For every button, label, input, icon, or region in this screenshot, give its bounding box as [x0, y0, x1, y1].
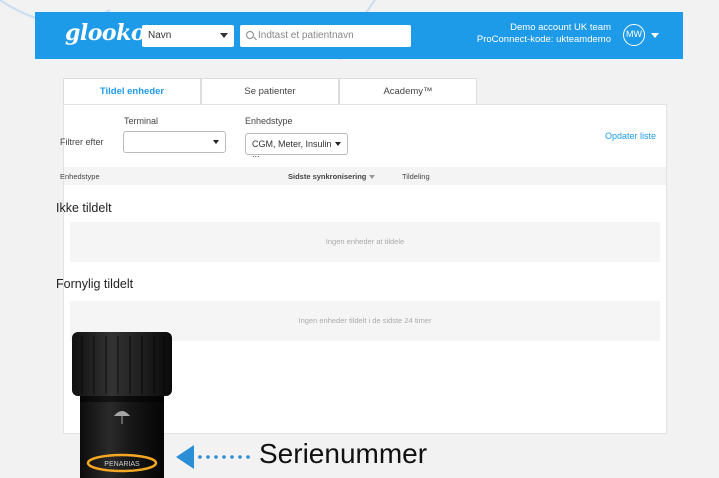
chevron-down-icon: [335, 142, 341, 146]
tab-assign-devices[interactable]: Tildel enheder: [63, 78, 201, 105]
device-type-select[interactable]: CGM, Meter, Insulin ...: [245, 133, 348, 159]
terminal-label: Terminal: [124, 116, 159, 126]
search-placeholder: Indtast et patientnavn: [258, 30, 354, 41]
sort-down-icon: [369, 175, 376, 180]
unassigned-title: Ikke tildelt: [56, 201, 112, 215]
glooko-logo: glooko: [65, 20, 146, 46]
terminal-select[interactable]: [123, 131, 226, 153]
serial-number-annotation: Serienummer: [259, 438, 428, 469]
col-assignment[interactable]: Tildeling: [402, 172, 430, 181]
search-icon: [246, 31, 254, 39]
avatar[interactable]: MW: [623, 24, 645, 46]
search-filter-value: Navn: [148, 30, 172, 41]
col-last-sync-label: Sidste synkronisering: [288, 172, 367, 181]
recent-title: Fornylig tildelt: [56, 277, 134, 291]
account-name: Demo account UK team: [510, 22, 611, 33]
chevron-down-icon: [220, 33, 228, 38]
device-type-label: Enhedstype: [245, 116, 293, 126]
device-serial-text: PENARIAS: [104, 461, 140, 468]
filter-label: Filtrer efter: [60, 137, 104, 147]
chevron-down-icon: [213, 140, 219, 144]
tab-view-patients[interactable]: Se patienter: [201, 78, 339, 104]
col-device-type[interactable]: Enhedstype: [60, 172, 100, 181]
search-filter-select[interactable]: Navn: [142, 25, 234, 47]
arrow-left-icon: [176, 445, 194, 469]
update-list-link[interactable]: Opdater liste: [605, 131, 656, 141]
device-photo: PENARIAS: [72, 332, 172, 478]
account-menu-chevron-icon[interactable]: [651, 33, 659, 38]
unassigned-empty-state: Ingen enheder at tildele: [70, 222, 660, 262]
account-info: Demo account UK team ProConnect-kode: uk…: [477, 22, 611, 46]
proconnect-code: ProConnect-kode: ukteamdemo: [476, 34, 611, 45]
table-header: Enhedstype Sidste synkronisering Tildeli…: [60, 167, 666, 185]
col-last-sync[interactable]: Sidste synkronisering: [288, 172, 376, 181]
annotation-arrow: [176, 445, 250, 469]
patient-search-input[interactable]: Indtast et patientnavn: [240, 25, 411, 47]
tab-academy[interactable]: Academy™: [339, 78, 477, 104]
app-header: glooko Navn Indtast et patientnavn Demo …: [35, 12, 683, 59]
device-type-value: CGM, Meter, Insulin ...: [252, 139, 332, 159]
